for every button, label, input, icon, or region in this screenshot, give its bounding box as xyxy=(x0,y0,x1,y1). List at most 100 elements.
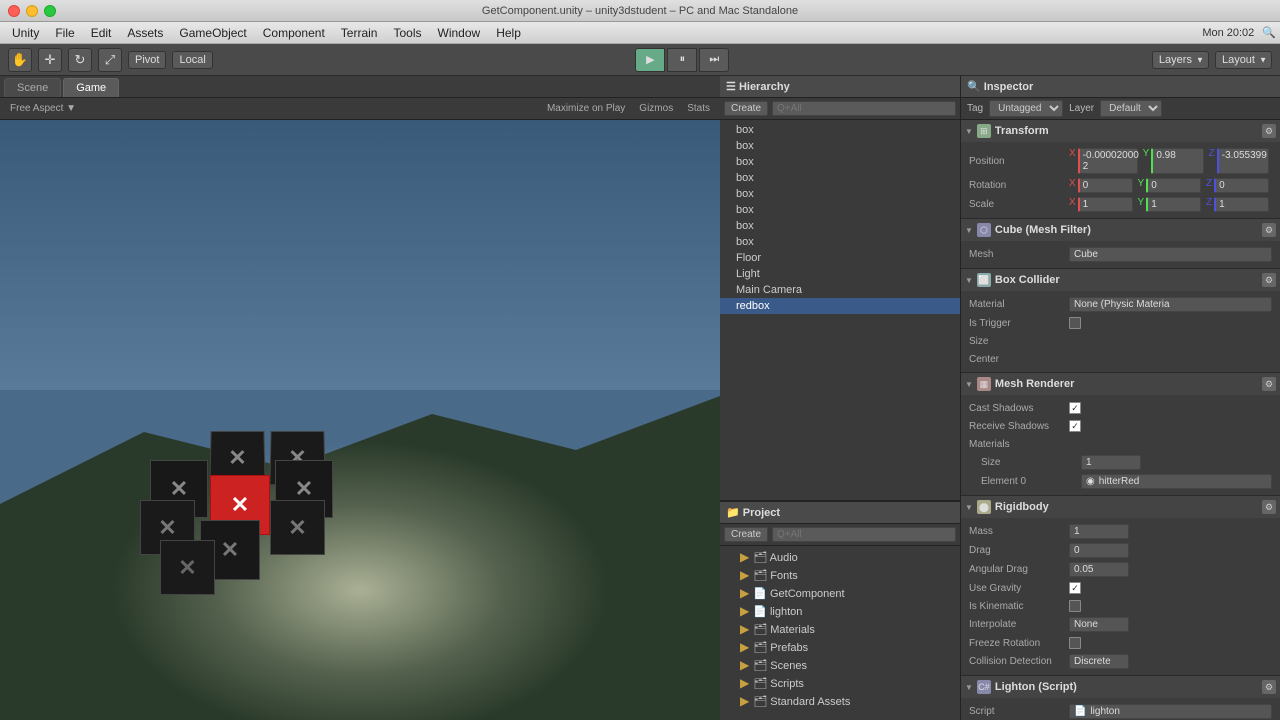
rotation-z[interactable]: 0 xyxy=(1214,178,1269,193)
project-folder-standard-assets[interactable]: ▶🗂 Standard Assets xyxy=(720,692,960,710)
collision-detection-value[interactable]: Discrete xyxy=(1069,654,1129,669)
mesh-renderer-settings-icon[interactable]: ⚙ xyxy=(1262,377,1276,391)
hierarchy-item-light[interactable]: Light xyxy=(720,266,960,282)
step-button[interactable]: ⏭ xyxy=(699,48,729,72)
rotation-x[interactable]: 0 xyxy=(1078,178,1133,193)
rigidbody-header[interactable]: ▼ ⬤ Rigidbody ⚙ xyxy=(961,496,1280,518)
angular-drag-value[interactable]: 0.05 xyxy=(1069,562,1129,577)
mass-value[interactable]: 1 xyxy=(1069,524,1129,539)
hierarchy-item-box8[interactable]: box xyxy=(720,234,960,250)
project-folder-scenes[interactable]: ▶🗂 Scenes xyxy=(720,656,960,674)
receive-shadows-checkbox[interactable] xyxy=(1069,420,1081,432)
interpolate-value[interactable]: None xyxy=(1069,617,1129,632)
project-search-input[interactable] xyxy=(772,527,956,542)
menu-file[interactable]: File xyxy=(47,24,82,42)
layers-dropdown[interactable]: Layers xyxy=(1152,51,1209,69)
hierarchy-item-redbox[interactable]: redbox xyxy=(720,298,960,314)
cast-shadows-checkbox[interactable] xyxy=(1069,402,1081,414)
hierarchy-item-box2[interactable]: box xyxy=(720,138,960,154)
position-y[interactable]: 0.98 xyxy=(1151,148,1203,174)
lighton-title: Lighton (Script) xyxy=(995,681,1258,693)
window-controls[interactable] xyxy=(8,5,56,17)
hand-tool[interactable]: ✋ xyxy=(8,48,32,72)
transform-settings-icon[interactable]: ⚙ xyxy=(1262,124,1276,138)
position-x[interactable]: -0.00002000 2 xyxy=(1078,148,1138,174)
menu-component[interactable]: Component xyxy=(255,24,333,42)
move-tool[interactable]: ✛ xyxy=(38,48,62,72)
transform-header[interactable]: ▼ ⊞ Transform ⚙ xyxy=(961,120,1280,142)
script-value[interactable]: 📄lighton xyxy=(1069,704,1272,719)
minimize-button[interactable] xyxy=(26,5,38,17)
tag-select[interactable]: Untagged xyxy=(989,100,1063,117)
pivot-button[interactable]: Pivot xyxy=(128,51,166,69)
position-z[interactable]: -3.055399 xyxy=(1217,148,1269,174)
use-gravity-checkbox[interactable] xyxy=(1069,582,1081,594)
inspector-icon: 🔍 xyxy=(967,80,981,93)
maximize-on-play[interactable]: Maximize on Play xyxy=(543,102,629,115)
layer-select[interactable]: Default xyxy=(1100,100,1162,117)
menu-gameobject[interactable]: GameObject xyxy=(171,24,254,42)
scale-x[interactable]: 1 xyxy=(1078,197,1133,212)
rigidbody-settings-icon[interactable]: ⚙ xyxy=(1262,500,1276,514)
hierarchy-item-box7[interactable]: box xyxy=(720,218,960,234)
close-button[interactable] xyxy=(8,5,20,17)
layout-dropdown[interactable]: Layout xyxy=(1215,51,1272,69)
menu-help[interactable]: Help xyxy=(488,24,529,42)
maximize-button[interactable] xyxy=(44,5,56,17)
project-folder-lighton[interactable]: ▶📄 lighton xyxy=(720,602,960,620)
freeze-rotation-checkbox[interactable] xyxy=(1069,637,1081,649)
gizmos-toggle[interactable]: Gizmos xyxy=(635,102,677,115)
hierarchy-item-maincamera[interactable]: Main Camera xyxy=(720,282,960,298)
hierarchy-item-box3[interactable]: box xyxy=(720,154,960,170)
scale-tool[interactable]: ⤢ xyxy=(98,48,122,72)
pause-button[interactable]: ⏸ xyxy=(667,48,697,72)
game-tab[interactable]: Game xyxy=(63,78,119,97)
element0-value[interactable]: ◉hitterRed xyxy=(1081,474,1272,489)
mesh-filter-settings-icon[interactable]: ⚙ xyxy=(1262,223,1276,237)
drag-value[interactable]: 0 xyxy=(1069,543,1129,558)
hierarchy-item-floor[interactable]: Floor xyxy=(720,250,960,266)
search-icon[interactable]: 🔍 xyxy=(1262,26,1276,39)
viewport-canvas[interactable]: ✕ ✕ ✕ ✕ ✕ ✕ ✕ ✕ ✕ xyxy=(0,120,720,720)
rotate-tool[interactable]: ↻ xyxy=(68,48,92,72)
scale-y[interactable]: 1 xyxy=(1146,197,1201,212)
project-folder-audio[interactable]: ▶🗂 Audio xyxy=(720,548,960,566)
folder-icon: ▶ xyxy=(740,676,749,690)
project-folder-scripts[interactable]: ▶🗂 Scripts xyxy=(720,674,960,692)
collider-material-value[interactable]: None (Physic Materia xyxy=(1069,297,1272,312)
aspect-ratio-selector[interactable]: Free Aspect ▼ xyxy=(6,102,80,115)
scene-tab[interactable]: Scene xyxy=(4,78,61,97)
local-button[interactable]: Local xyxy=(172,51,212,69)
play-button[interactable]: ▶ xyxy=(635,48,665,72)
box-collider-header[interactable]: ▼ ⬜ Box Collider ⚙ xyxy=(961,269,1280,291)
stats-toggle[interactable]: Stats xyxy=(683,102,714,115)
rotation-y[interactable]: 0 xyxy=(1146,178,1201,193)
mesh-value[interactable]: Cube xyxy=(1069,247,1272,262)
lighton-settings-icon[interactable]: ⚙ xyxy=(1262,680,1276,694)
menu-window[interactable]: Window xyxy=(430,24,489,42)
hierarchy-create-button[interactable]: Create xyxy=(724,101,768,116)
project-folder-materials[interactable]: ▶🗂 Materials xyxy=(720,620,960,638)
project-folder-prefabs[interactable]: ▶🗂 Prefabs xyxy=(720,638,960,656)
menu-edit[interactable]: Edit xyxy=(83,24,120,42)
project-create-button[interactable]: Create xyxy=(724,527,768,542)
hierarchy-item-box4[interactable]: box xyxy=(720,170,960,186)
mesh-filter-header[interactable]: ▼ ⬡ Cube (Mesh Filter) ⚙ xyxy=(961,219,1280,241)
menu-terrain[interactable]: Terrain xyxy=(333,24,386,42)
menu-tools[interactable]: Tools xyxy=(385,24,429,42)
menu-unity[interactable]: Unity xyxy=(4,24,47,42)
mesh-renderer-header[interactable]: ▼ ▦ Mesh Renderer ⚙ xyxy=(961,373,1280,395)
menu-assets[interactable]: Assets xyxy=(119,24,171,42)
hierarchy-item-box6[interactable]: box xyxy=(720,202,960,218)
hierarchy-search-input[interactable] xyxy=(772,101,956,116)
project-folder-getcomponent[interactable]: ▶📄 GetComponent xyxy=(720,584,960,602)
hierarchy-item-box5[interactable]: box xyxy=(720,186,960,202)
hierarchy-item-box1[interactable]: box xyxy=(720,122,960,138)
scale-z[interactable]: 1 xyxy=(1214,197,1269,212)
box-collider-settings-icon[interactable]: ⚙ xyxy=(1262,273,1276,287)
is-trigger-checkbox[interactable] xyxy=(1069,317,1081,329)
is-kinematic-checkbox[interactable] xyxy=(1069,600,1081,612)
mat-size-value[interactable]: 1 xyxy=(1081,455,1141,470)
lighton-script-header[interactable]: ▼ C# Lighton (Script) ⚙ xyxy=(961,676,1280,698)
project-folder-fonts[interactable]: ▶🗂 Fonts xyxy=(720,566,960,584)
